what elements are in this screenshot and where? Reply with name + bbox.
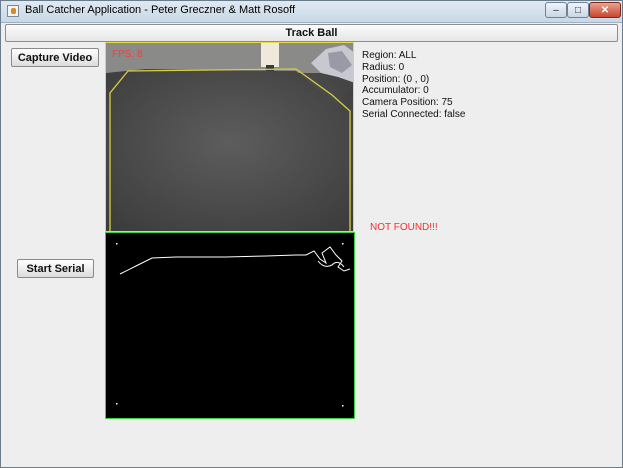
region-label: Region: ALL	[362, 50, 417, 61]
not-found-status: NOT FOUND!!!	[370, 222, 438, 233]
start-serial-button[interactable]: Start Serial	[17, 259, 94, 278]
camera-feed: FPS: 8	[105, 42, 354, 232]
tracking-info-panel: Region: ALL Radius: 0 Position: (0 , 0) …	[362, 50, 465, 121]
position-label: Position: (0 , 0)	[362, 73, 430, 85]
serial-connected-label: Serial Connected: false	[362, 108, 466, 120]
edge-detection-image	[116, 243, 351, 407]
edge-detection-view	[105, 232, 355, 419]
minimize-button[interactable]: –	[545, 2, 567, 18]
window-title: Ball Catcher Application - Peter Greczne…	[25, 4, 296, 16]
java-app-icon	[7, 5, 19, 17]
radius-label: Radius: 0	[362, 61, 405, 73]
tab-track-ball-label: Track Ball	[285, 27, 338, 39]
app-window: Ball Catcher Application - Peter Greczne…	[0, 0, 623, 468]
fps-counter: FPS: 8	[112, 49, 143, 60]
camera-feed-image	[106, 43, 353, 231]
maximize-button[interactable]: □	[567, 2, 589, 18]
capture-video-button[interactable]: Capture Video	[11, 48, 99, 67]
camera-position-label: Camera Position: 75	[362, 97, 453, 109]
accumulator-label: Accumulator: 0	[362, 85, 429, 97]
close-button[interactable]: ✕	[589, 2, 621, 18]
tab-track-ball[interactable]: Track Ball	[5, 24, 618, 42]
title-bar[interactable]: Ball Catcher Application - Peter Greczne…	[1, 1, 622, 23]
